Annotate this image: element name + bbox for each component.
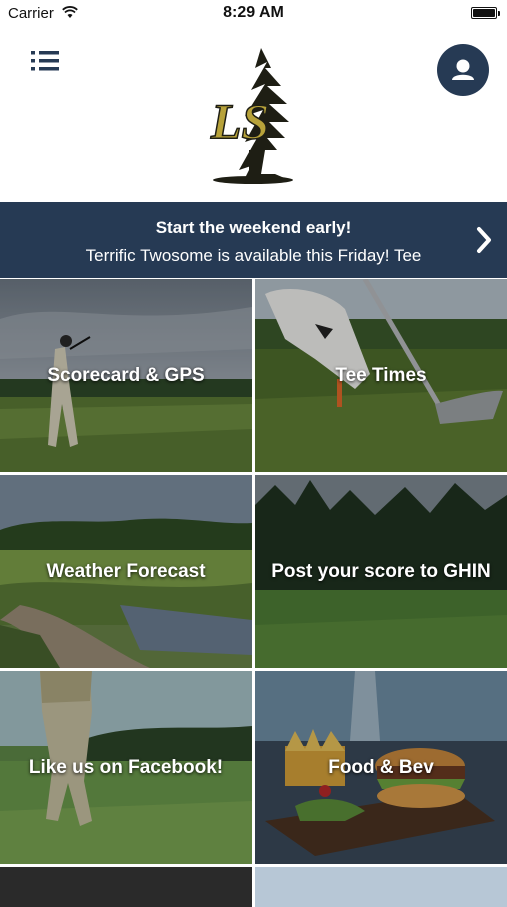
promo-banner[interactable]: Start the weekend early! Terrific Twosom… [0,202,507,278]
tile-facebook[interactable]: Like us on Facebook! [0,671,252,864]
tile-label: Weather Forecast [46,560,206,582]
clock: 8:29 AM [223,4,284,21]
tile-label: Like us on Facebook! [28,756,224,778]
tile-label: Scorecard & GPS [47,364,205,386]
tile-label: Food & Bev [328,756,434,778]
club-logo: LS [209,48,293,184]
tile-label: Post your score to GHIN [271,560,491,582]
partial-photo [0,867,252,907]
tile-post-score-ghin[interactable]: Post your score to GHIN [255,475,507,668]
banner-title: Start the weekend early! [155,218,352,237]
chevron-right-icon[interactable] [475,226,493,254]
person-icon [452,59,474,80]
tile-partial-left[interactable] [0,867,252,907]
tile-tee-times[interactable]: Tee Times [255,279,507,472]
banner-subtitle: Terrific Twosome is available this Frida… [85,246,422,265]
tile-weather-forecast[interactable]: Weather Forecast [0,475,252,668]
tile-food-bev[interactable]: Food & Bev [255,671,507,864]
profile-button[interactable] [437,44,489,96]
battery-icon [471,7,500,19]
svg-text:LS: LS [210,93,269,149]
status-bar: Carrier 8:29 AM [0,0,507,28]
partial-photo [255,867,507,907]
tile-partial-right[interactable] [255,867,507,907]
tile-scorecard-gps[interactable]: Scorecard & GPS [0,279,252,472]
list-icon[interactable] [30,48,60,74]
app-header: LS [0,28,507,202]
tile-label: Tee Times [335,364,427,386]
